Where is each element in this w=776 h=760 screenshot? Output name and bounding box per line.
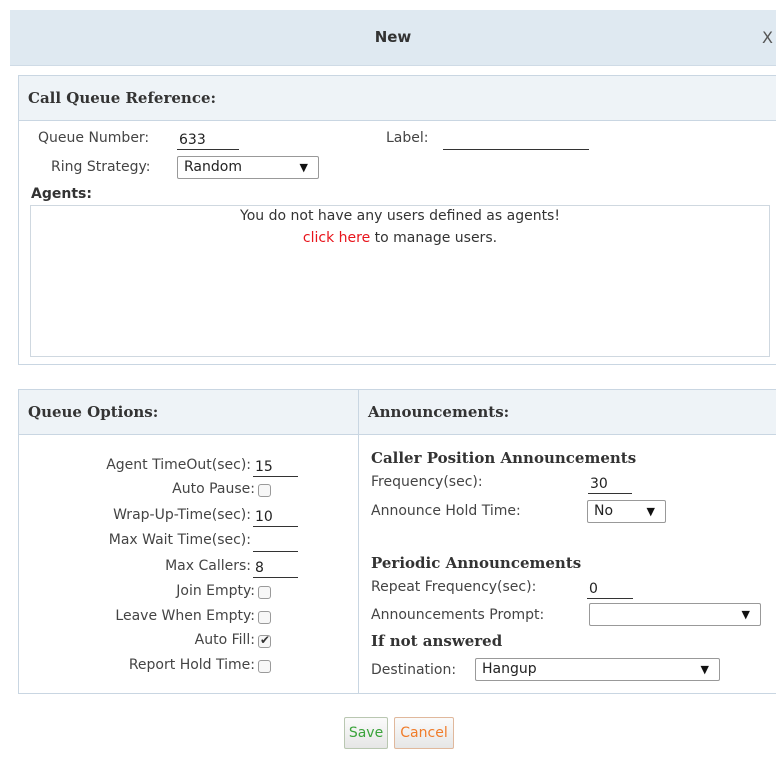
agents-box [30, 205, 770, 357]
frequency-label: Frequency(sec): [371, 474, 483, 490]
queue-options-header: Queue Options: [19, 390, 358, 435]
agent-timeout-label: Agent TimeOut(sec): [106, 457, 251, 473]
chevron-down-icon: ▼ [646, 505, 655, 518]
destination-label: Destination: [371, 662, 457, 678]
max-callers-label: Max Callers: [165, 558, 251, 574]
manage-users-suffix: to manage users. [370, 230, 498, 246]
announcements-title: Announcements: [368, 403, 510, 421]
repeat-frequency-label: Repeat Frequency(sec): [371, 579, 537, 595]
periodic-announcements-heading: Periodic Announcements [371, 554, 582, 572]
reference-panel-title: Call Queue Reference: [28, 89, 217, 107]
leave-when-empty-label: Leave When Empty: [115, 608, 255, 624]
max-callers-input[interactable]: 8 [253, 558, 298, 578]
chevron-down-icon: ▼ [741, 608, 750, 621]
max-wait-time-input[interactable] [253, 532, 298, 552]
announce-hold-time-select[interactable]: No ▼ [587, 500, 666, 523]
agent-timeout-input[interactable]: 15 [253, 457, 298, 477]
announcements-header: Announcements: [359, 390, 776, 435]
manage-users-link[interactable]: click here [303, 230, 370, 246]
agents-label: Agents: [31, 186, 92, 202]
if-not-answered-heading: If not answered [371, 632, 503, 650]
destination-select[interactable]: Hangup ▼ [475, 658, 720, 681]
chevron-down-icon: ▼ [299, 161, 308, 174]
agents-link-line: click here to manage users. [30, 230, 770, 246]
announce-hold-time-label: Announce Hold Time: [371, 503, 521, 519]
ring-strategy-value: Random [184, 159, 242, 175]
destination-value: Hangup [482, 661, 537, 677]
caller-position-heading: Caller Position Announcements [371, 449, 637, 467]
announce-hold-time-value: No [594, 503, 614, 519]
label-label: Label: [386, 130, 429, 146]
close-icon[interactable]: X [762, 10, 773, 65]
announcements-prompt-select[interactable]: ▼ [589, 603, 761, 626]
join-empty-label: Join Empty: [176, 583, 255, 599]
auto-fill-checkbox[interactable] [258, 633, 271, 648]
join-empty-checkbox[interactable] [258, 586, 271, 599]
chevron-down-icon: ▼ [700, 663, 709, 676]
max-wait-time-label: Max Wait Time(sec): [108, 532, 251, 548]
frequency-input[interactable]: 30 [588, 474, 632, 494]
repeat-frequency-input[interactable]: 0 [587, 579, 633, 599]
report-hold-time-label: Report Hold Time: [128, 657, 255, 673]
report-hold-time-checkbox[interactable] [258, 660, 271, 673]
cancel-button[interactable]: Cancel [394, 717, 454, 749]
announcements-prompt-label: Announcements Prompt: [371, 607, 545, 623]
dialog-titlebar: New X [10, 10, 776, 66]
auto-pause-checkbox[interactable] [258, 484, 271, 497]
wrap-up-time-label: Wrap-Up-Time(sec): [113, 507, 251, 523]
dialog-title: New [374, 28, 412, 46]
auto-fill-label: Auto Fill: [194, 632, 255, 648]
ring-strategy-label: Ring Strategy: [51, 159, 151, 175]
label-input[interactable] [443, 130, 589, 150]
queue-number-label: Queue Number: [38, 130, 150, 146]
auto-pause-label: Auto Pause: [172, 481, 255, 497]
agents-message: You do not have any users defined as age… [240, 208, 560, 224]
ring-strategy-select[interactable]: Random ▼ [177, 156, 319, 179]
queue-number-input[interactable]: 633 [177, 130, 239, 150]
wrap-up-time-input[interactable]: 10 [253, 507, 298, 527]
queue-options-title: Queue Options: [28, 403, 159, 421]
reference-panel-header: Call Queue Reference: [19, 76, 776, 121]
save-button[interactable]: Save [344, 717, 388, 749]
leave-when-empty-checkbox[interactable] [258, 611, 271, 624]
